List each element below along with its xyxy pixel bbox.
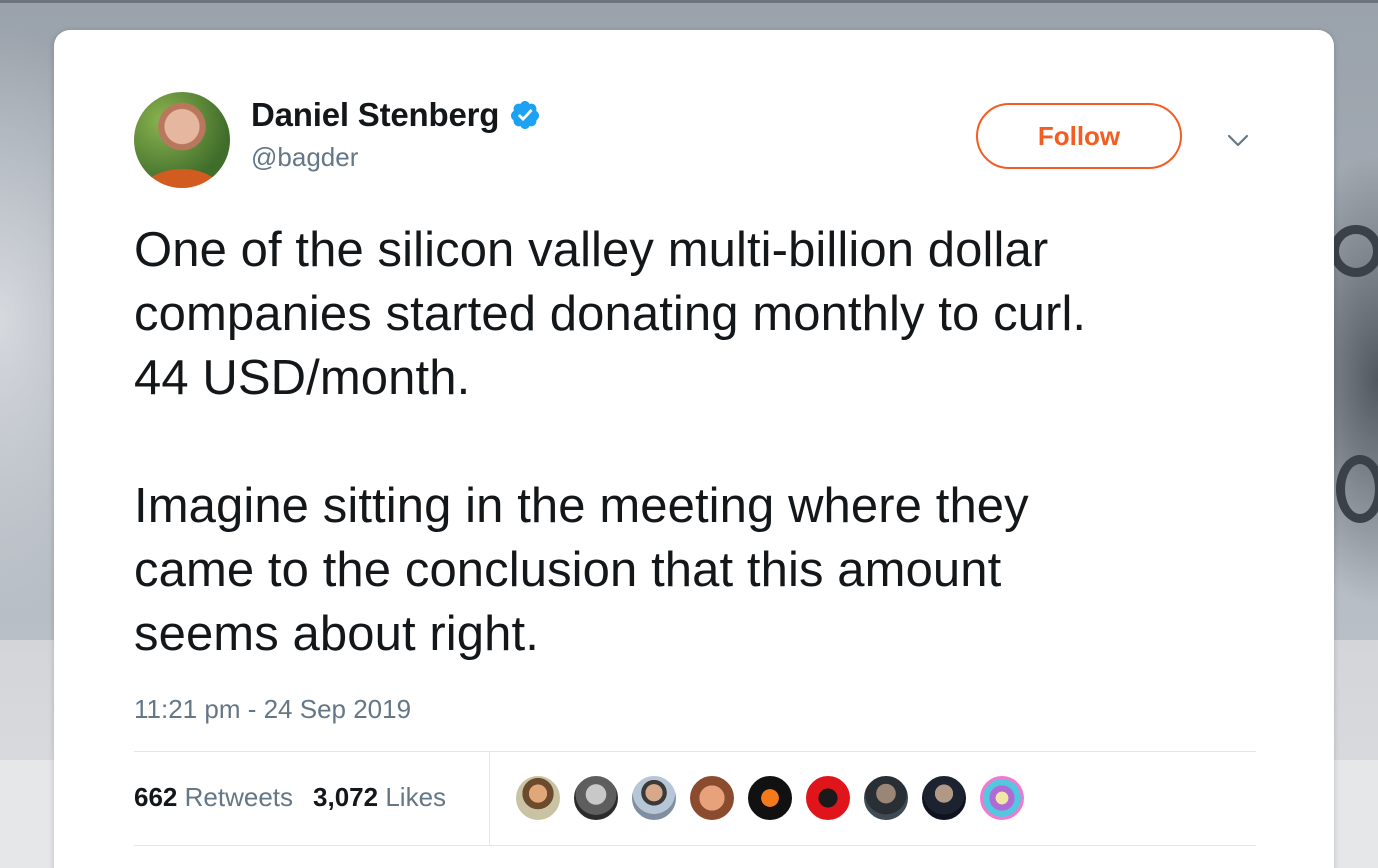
- liker-avatar[interactable]: [920, 774, 968, 822]
- retweets-count: 662: [134, 782, 178, 812]
- author-display-name[interactable]: Daniel Stenberg: [251, 96, 499, 134]
- liked-by-avatars: [514, 774, 1026, 822]
- likes-label: Likes: [385, 782, 447, 812]
- tweet-timestamp[interactable]: 11:21 pm - 24 Sep 2019: [134, 694, 411, 725]
- author-avatar[interactable]: [134, 92, 230, 188]
- tweet-text: One of the silicon valley multi-billion …: [134, 223, 1087, 661]
- stats-divider: [489, 752, 490, 846]
- tweet-card: Daniel Stenberg @bagder Follow One of th…: [54, 30, 1334, 868]
- background-decoration: [1330, 225, 1378, 277]
- likes-stat[interactable]: 3,072 Likes: [313, 782, 446, 813]
- window-top-edge: [0, 0, 1378, 3]
- liker-avatar[interactable]: [746, 774, 794, 822]
- divider: [134, 845, 1256, 846]
- tweet-stats: 662 Retweets 3,072 Likes: [134, 782, 446, 813]
- liker-avatar[interactable]: [688, 774, 736, 822]
- verified-badge-icon: [509, 99, 541, 131]
- follow-button[interactable]: Follow: [976, 103, 1182, 169]
- display-name-row: Daniel Stenberg: [251, 96, 541, 134]
- likes-count: 3,072: [313, 782, 379, 812]
- liker-avatar[interactable]: [572, 774, 620, 822]
- divider: [134, 751, 1256, 752]
- chevron-down-icon[interactable]: [1226, 128, 1250, 152]
- liker-avatar[interactable]: [978, 774, 1026, 822]
- background-decoration: [1336, 455, 1378, 523]
- liker-avatar[interactable]: [804, 774, 852, 822]
- liker-avatar[interactable]: [514, 774, 562, 822]
- retweets-label: Retweets: [184, 782, 294, 812]
- liker-avatar[interactable]: [630, 774, 678, 822]
- retweets-stat[interactable]: 662 Retweets: [134, 782, 293, 813]
- author-handle[interactable]: @bagder: [251, 142, 541, 173]
- liker-avatar[interactable]: [862, 774, 910, 822]
- author-info: Daniel Stenberg @bagder: [251, 96, 541, 173]
